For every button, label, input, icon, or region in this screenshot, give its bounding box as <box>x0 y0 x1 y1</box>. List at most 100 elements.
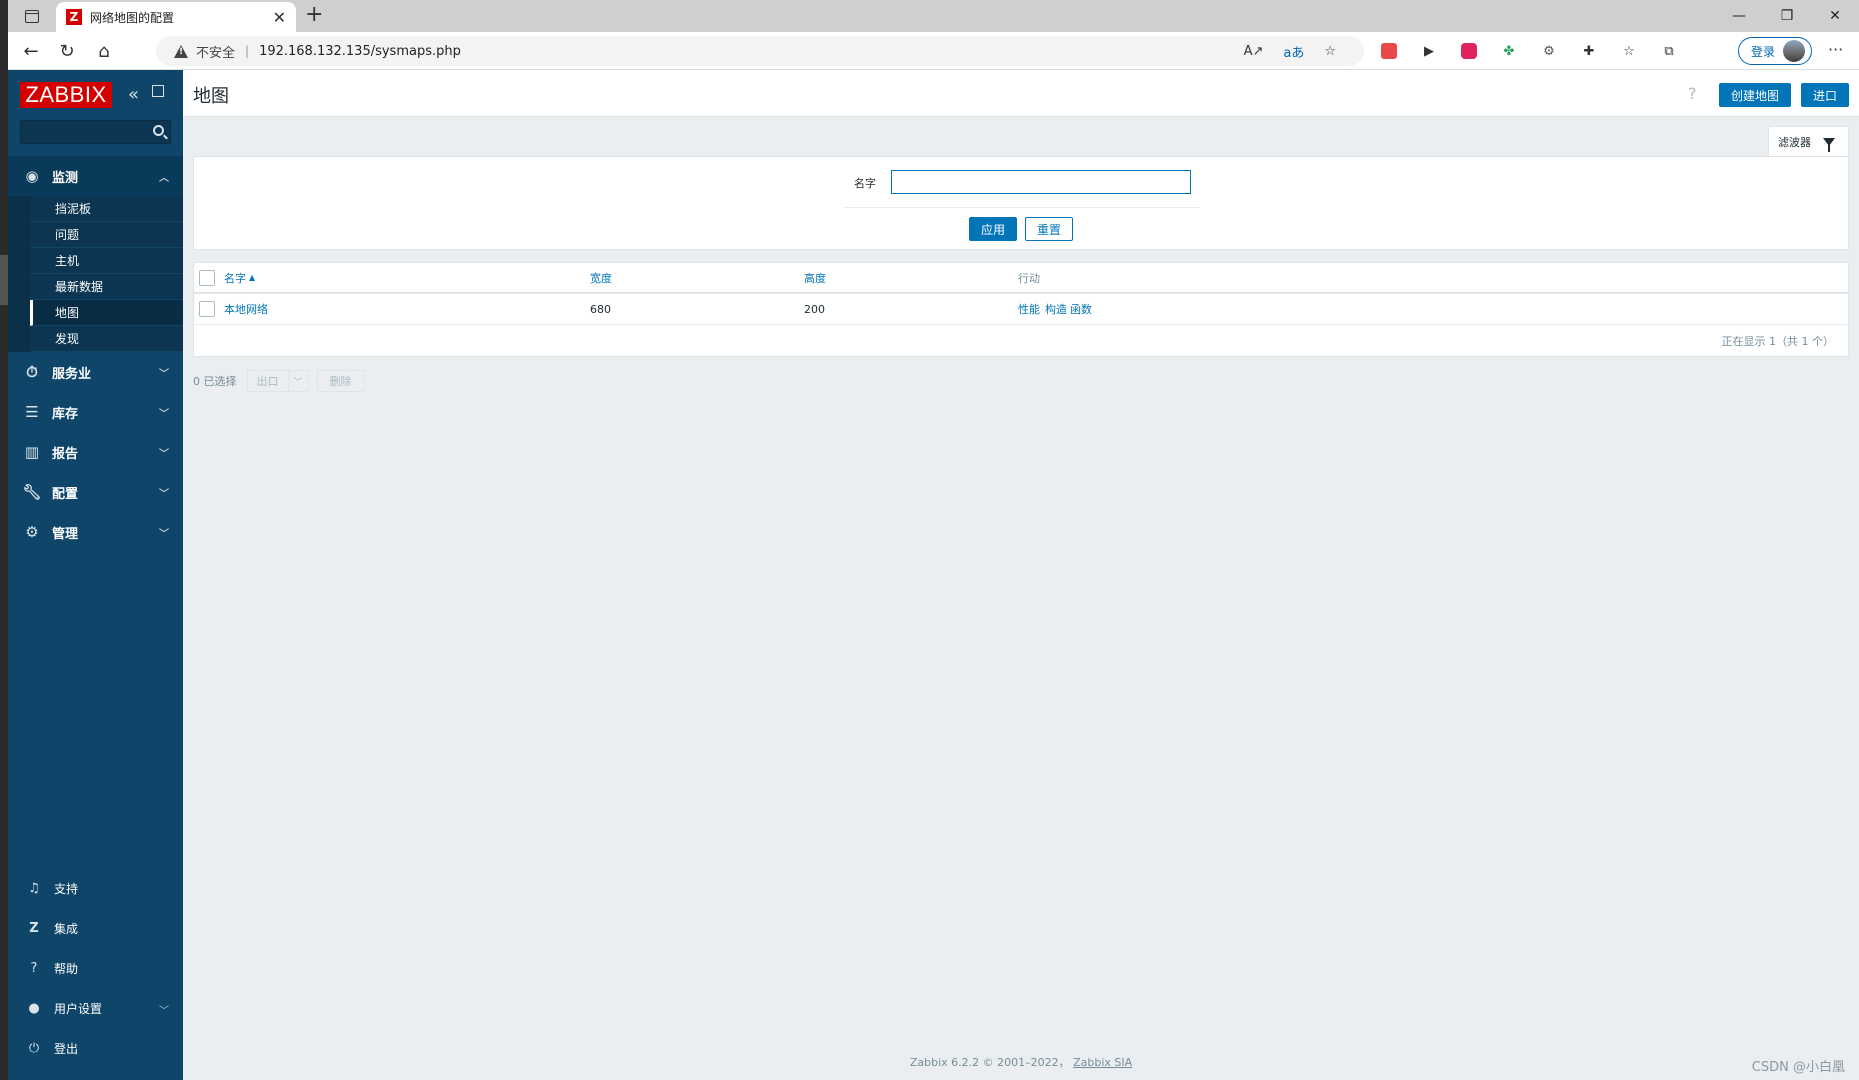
collapse-sidebar-icon[interactable]: « <box>128 84 139 105</box>
selected-count: 0 已选择 <box>193 375 237 388</box>
apply-button[interactable]: 应用 <box>969 217 1017 241</box>
properties-link[interactable]: 性能 <box>1018 301 1040 317</box>
extensions-puzzle-icon[interactable]: ✚ <box>1578 40 1600 62</box>
collections-icon[interactable]: ⧉ <box>1658 40 1680 62</box>
new-tab-button[interactable]: + <box>305 2 323 28</box>
sidebar-search-input[interactable] <box>20 120 171 144</box>
favorite-add-icon[interactable]: ☆ <box>1324 44 1336 59</box>
filter-divider <box>844 207 1200 208</box>
sidebar-integrations[interactable]: Z 集成 <box>8 911 183 945</box>
delete-button[interactable]: 删除 <box>316 370 365 392</box>
sidebar: ZABBIX « ◉ 监测 ︿ 挡泥板 问题 主机 最新数据 地图 发现 ⏱ 服… <box>8 70 183 1080</box>
chevron-up-icon: ︿ <box>159 173 169 184</box>
export-button[interactable]: 出口 <box>246 370 289 392</box>
user-icon: ● <box>28 1000 40 1016</box>
sidebar-item-maps[interactable]: 地图 <box>30 300 183 326</box>
warning-icon[interactable] <box>174 44 188 58</box>
create-map-button[interactable]: 创建地图 <box>1719 83 1791 107</box>
chevron-down-icon[interactable]: ﹀ <box>288 370 309 392</box>
sidebar-support[interactable]: ♫ 支持 <box>8 871 183 905</box>
filter-name-input[interactable] <box>891 170 1191 194</box>
table-header: 名字 ▲ 宽度 高度 行动 <box>194 263 1848 294</box>
chevron-down-icon: ﹀ <box>159 409 169 420</box>
sidebar-item-hosts[interactable]: 主机 <box>30 248 183 274</box>
menu-reports[interactable]: ▥ 报告 ﹀ <box>8 432 183 472</box>
select-all-checkbox[interactable] <box>199 269 215 286</box>
menu-configuration-label: 配置 <box>52 486 79 502</box>
column-name-sort[interactable]: 名字 <box>224 270 246 286</box>
filter-funnel-icon <box>1823 137 1835 152</box>
insecure-label[interactable]: 不安全 <box>196 42 235 61</box>
column-actions: 行动 <box>1018 271 1040 285</box>
tab-actions-menu-icon[interactable] <box>22 6 42 26</box>
help-icon: ? <box>30 960 38 976</box>
column-height-sort[interactable]: 高度 <box>804 270 826 286</box>
browser-tab-bar: Z 网络地图的配置 ✕ + — ❐ ✕ <box>8 0 1859 32</box>
minimize-button[interactable]: — <box>1715 0 1763 32</box>
menu-monitoring[interactable]: ◉ 监测 ︿ <box>8 156 183 196</box>
reset-button[interactable]: 重置 <box>1025 217 1073 241</box>
menu-administration[interactable]: ⚙ 管理 ﹀ <box>8 512 183 552</box>
sort-ascending-icon: ▲ <box>249 273 256 282</box>
sidebar-item-latest-data[interactable]: 最新数据 <box>30 274 183 300</box>
menu-services[interactable]: ⏱ 服务业 ﹀ <box>8 352 183 392</box>
filter-tab[interactable]: 滤波器 <box>1768 126 1849 156</box>
refresh-icon[interactable]: ↻ <box>54 38 80 64</box>
footer-company-link[interactable]: Zabbix SIA <box>1073 1056 1132 1069</box>
integrations-label: 集成 <box>54 921 79 936</box>
extension-colorful-icon[interactable]: ✤ <box>1498 40 1520 62</box>
map-name-link[interactable]: 本地网络 <box>224 301 268 317</box>
bar-chart-icon: ▥ <box>24 443 40 461</box>
extension-gray-icon[interactable]: ⚙ <box>1538 40 1560 62</box>
more-options-icon[interactable]: ··· <box>1828 40 1843 59</box>
extension-red-icon[interactable] <box>1378 40 1400 62</box>
home-icon[interactable]: ⌂ <box>91 38 117 64</box>
search-icon[interactable] <box>153 125 164 136</box>
address-bar[interactable]: 不安全 | 192.168.132.135/sysmaps.php A↗ aあ … <box>156 36 1364 66</box>
maps-table: 名字 ▲ 宽度 高度 行动 本地网络 680 200 性能 构造 函数 正在显示… <box>193 262 1849 357</box>
tab-close-icon[interactable]: ✕ <box>273 8 286 27</box>
play-icon[interactable]: ▶ <box>1418 40 1440 62</box>
stopwatch-icon: ⏱ <box>26 363 38 381</box>
row-checkbox[interactable] <box>199 301 215 317</box>
menu-administration-label: 管理 <box>52 526 79 542</box>
menu-monitoring-label: 监测 <box>52 170 79 186</box>
main-content: 地图 ? 创建地图 进口 滤波器 名字 应用 重置 名字 ▲ 宽度 高度 行动 … <box>183 70 1859 1080</box>
sidebar-item-discovery[interactable]: 发现 <box>30 326 183 352</box>
menu-configuration[interactable]: 🔧︎ 配置 ﹀ <box>8 472 183 512</box>
filter-name-label: 名字 <box>854 177 876 190</box>
functions-link[interactable]: 函数 <box>1070 301 1092 317</box>
headset-icon: ♫ <box>28 880 40 896</box>
support-label: 支持 <box>54 881 79 896</box>
desktop-edge <box>0 0 8 1080</box>
sidebar-item-problems[interactable]: 问题 <box>30 222 183 248</box>
map-height: 200 <box>804 302 825 316</box>
power-icon: ⏻ <box>28 1040 40 1056</box>
url-separator: | <box>245 44 250 58</box>
restore-button[interactable]: ❐ <box>1763 0 1811 32</box>
constructor-link[interactable]: 构造 <box>1045 301 1067 317</box>
url-text[interactable]: 192.168.132.135/sysmaps.php <box>259 44 461 59</box>
column-width-sort[interactable]: 宽度 <box>590 270 612 286</box>
extension-pink-icon[interactable] <box>1458 40 1480 62</box>
help-label: 帮助 <box>54 961 79 976</box>
help-icon[interactable]: ? <box>1688 84 1697 103</box>
eye-icon: ◉ <box>25 167 39 185</box>
favorites-icon[interactable]: ☆ <box>1618 40 1640 62</box>
sidebar-user-settings[interactable]: ● 用户设置 ﹀ <box>8 991 183 1025</box>
back-arrow-icon[interactable]: ← <box>18 38 44 64</box>
sidebar-item-dashboard[interactable]: 挡泥板 <box>30 196 183 222</box>
translate-icon[interactable]: aあ <box>1283 42 1304 61</box>
close-window-button[interactable]: ✕ <box>1811 0 1859 32</box>
chevron-down-icon: ﹀ <box>159 1006 169 1017</box>
read-aloud-icon[interactable]: A↗ <box>1244 44 1264 59</box>
browser-tab-active[interactable]: Z 网络地图的配置 ✕ <box>56 2 296 32</box>
sidebar-logout[interactable]: ⏻ 登出 <box>8 1031 183 1065</box>
browser-login-button[interactable]: 登录 <box>1738 37 1812 65</box>
zabbix-logo[interactable]: ZABBIX <box>20 82 112 108</box>
import-button[interactable]: 进口 <box>1801 83 1849 107</box>
gear-icon: ⚙ <box>25 523 39 541</box>
kiosk-mode-icon[interactable] <box>152 85 164 97</box>
sidebar-help[interactable]: ? 帮助 <box>8 951 183 985</box>
menu-inventory[interactable]: ☰ 库存 ﹀ <box>8 392 183 432</box>
